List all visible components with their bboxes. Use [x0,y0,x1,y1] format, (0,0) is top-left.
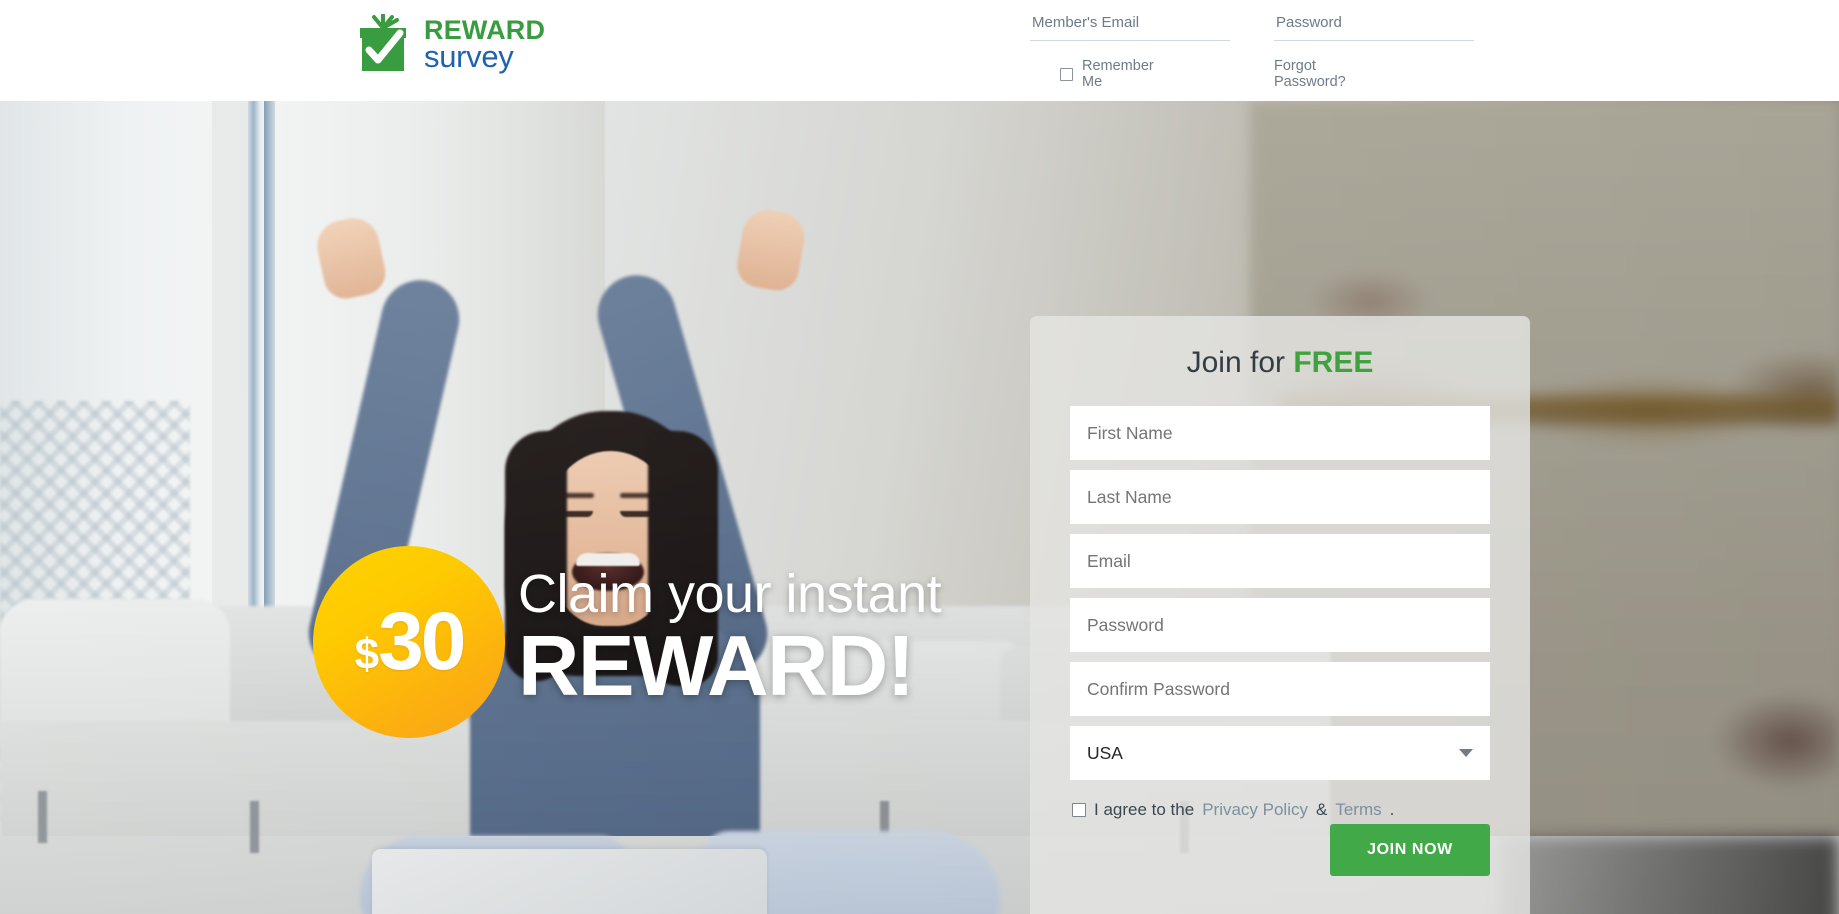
signup-card: Join for FREE USA I agree to the Privacy… [1030,316,1530,914]
reward-amount-badge: $ 30 [313,546,505,738]
member-email-input[interactable] [1030,12,1230,41]
email-input[interactable] [1070,534,1490,588]
member-password-field[interactable] [1274,12,1474,41]
agree-text-between: & [1316,800,1328,819]
country-select-value: USA [1087,742,1123,763]
gift-box-check-icon [352,13,414,76]
site-logo[interactable]: REWARD survey [352,13,545,76]
signup-fields: USA [1070,406,1490,780]
terms-link[interactable]: Terms [1335,800,1381,820]
agree-terms-row[interactable]: I agree to the Privacy Policy & Terms. [1072,800,1490,820]
agree-text-before: I agree to the [1094,800,1195,819]
member-password-input[interactable] [1274,12,1474,41]
hero-section: $ 30 Claim your instant REWARD! Join for… [0,101,1839,914]
signup-title-highlight: FREE [1293,346,1374,379]
confirm-password-input[interactable] [1070,662,1490,716]
signup-title-prefix: Join for [1186,346,1294,379]
signup-card-title: Join for FREE [1070,346,1490,380]
hero-headline-line2: REWARD! [518,619,915,715]
forgot-password-link[interactable]: Forgot Password? [1274,58,1346,90]
hero-headline: Claim your instant REWARD! [518,564,942,715]
landing-page: REWARD survey Remember Me Forgot Passwor… [0,0,1839,914]
member-email-field[interactable] [1030,12,1230,41]
hero-photo-woman-celebrating [0,101,1839,914]
country-select[interactable]: USA [1070,726,1490,780]
chevron-down-icon [1459,749,1473,757]
password-input[interactable] [1070,598,1490,652]
badge-amount-value: 30 [378,596,466,687]
first-name-input[interactable] [1070,406,1490,460]
remember-me-row[interactable]: Remember Me [1060,58,1154,90]
hero-headline-line1: Claim your instant [518,564,942,624]
site-header: REWARD survey Remember Me Forgot Passwor… [0,0,1839,101]
logo-secondary-text: survey [424,39,514,75]
remember-me-label: Remember Me [1082,58,1154,90]
badge-currency-symbol: $ [354,630,380,679]
agree-terms-checkbox[interactable] [1072,803,1086,817]
remember-me-checkbox[interactable] [1060,67,1073,81]
privacy-policy-link[interactable]: Privacy Policy [1202,800,1308,820]
last-name-input[interactable] [1070,470,1490,524]
join-now-button[interactable]: JOIN NOW [1330,824,1490,876]
agree-text-after: . [1389,800,1395,819]
